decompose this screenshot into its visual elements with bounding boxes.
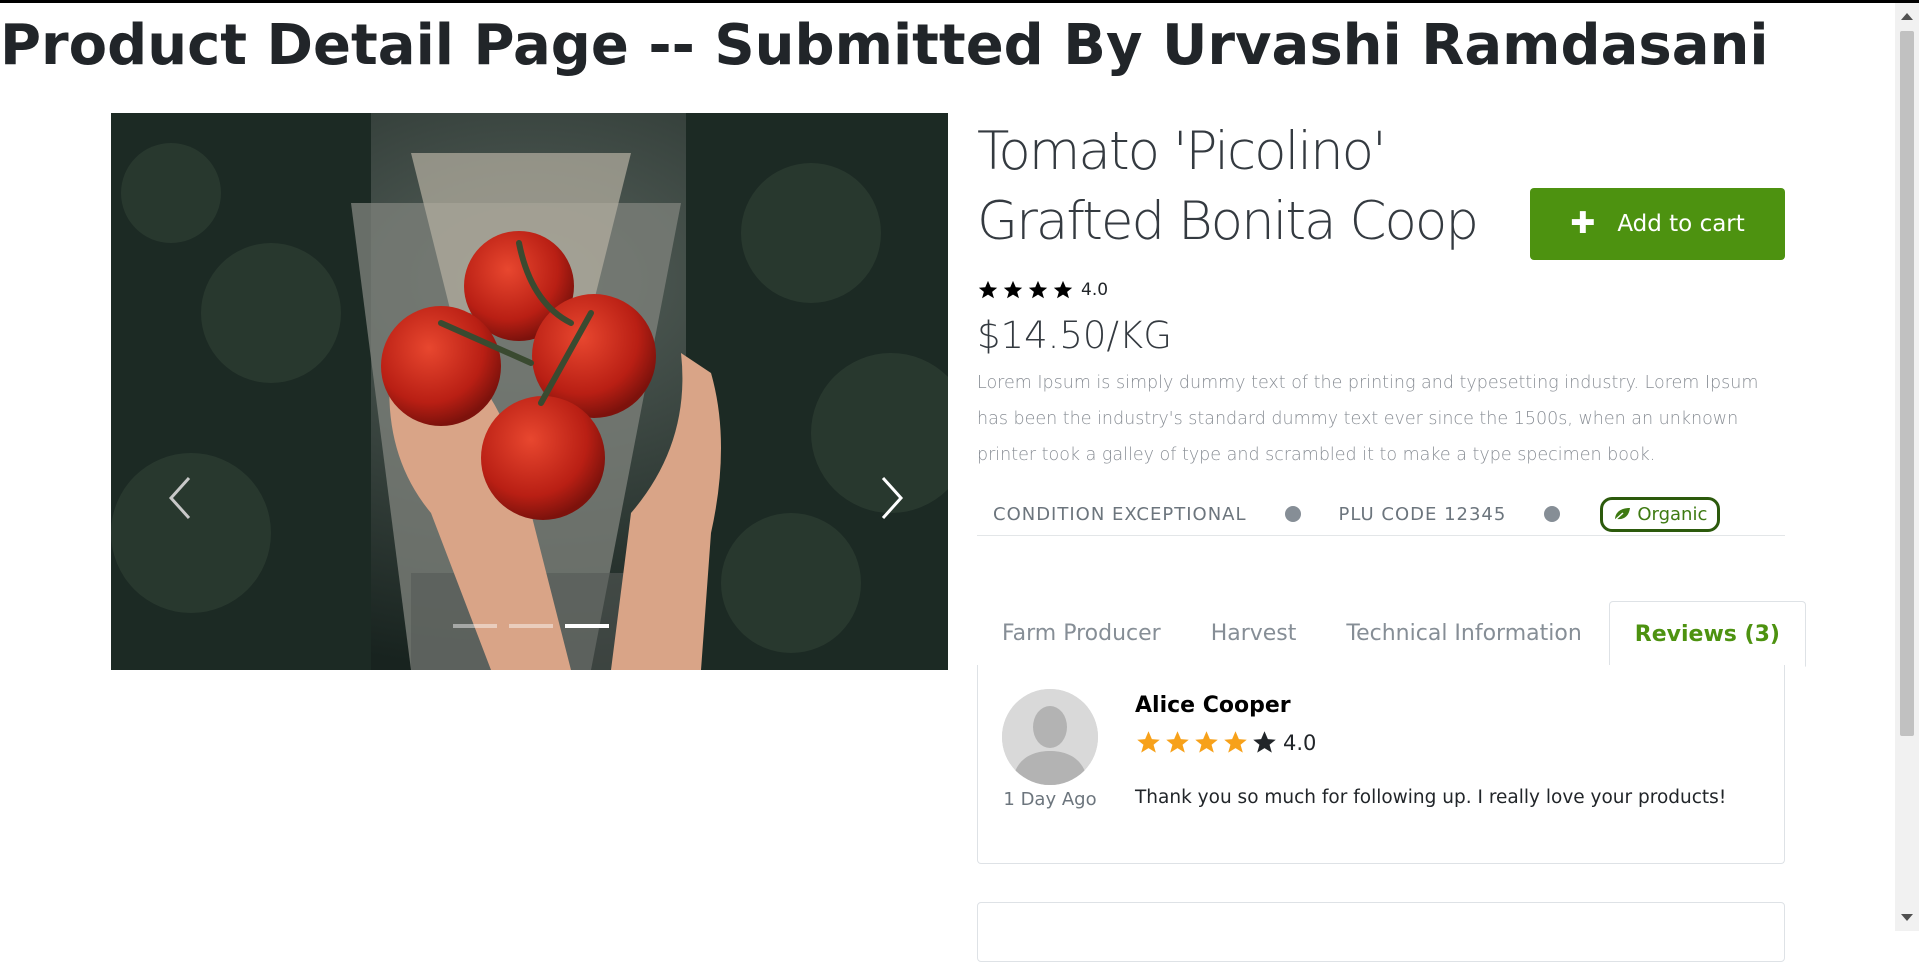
review-card: 1 Day Ago Alice Cooper 4.0 Thank you so … [977,665,1785,864]
organic-badge: Organic [1600,496,1721,532]
reviewer-name: Alice Cooper [1135,693,1291,718]
tab-reviews[interactable]: Reviews (3) [1608,601,1806,667]
leaf-icon [1613,508,1631,522]
chevron-right-icon [881,476,904,520]
tab-harvest[interactable]: Harvest [1186,601,1322,665]
carousel-indicator-active[interactable] [565,624,609,628]
review-text: Thank you so much for following up. I re… [1135,787,1727,808]
carousel-next-button[interactable] [871,468,911,528]
organic-badge-label: Organic [1637,503,1708,525]
tab-technical-information[interactable]: Technical Information [1321,601,1606,665]
product-rating: 4.0 [977,279,1108,301]
star-icon [1253,731,1276,753]
star-icon [1053,280,1073,299]
star-icon [1224,731,1247,753]
product-image-carousel[interactable] [111,113,948,670]
review-rating-value: 4.0 [1283,730,1317,755]
scroll-up-icon[interactable] [1901,13,1913,20]
separator-dot [1544,506,1561,522]
product-price: $14.50/KG [977,314,1172,357]
star-icon [1166,731,1189,753]
star-icon [1028,280,1048,299]
rating-value: 4.0 [1081,280,1109,300]
carousel-prev-button[interactable] [161,468,201,528]
carousel-indicator[interactable] [453,624,497,628]
star-icon [1003,280,1023,299]
review-time: 1 Day Ago [1003,789,1097,810]
tab-farm-producer[interactable]: Farm Producer [977,601,1186,665]
product-meta: CONDITION EXCEPTIONAL PLU CODE 12345 Org… [977,493,1785,536]
plus-icon: ✚ [1570,206,1596,241]
plu-code-label: PLU CODE 12345 [1338,503,1507,525]
separator-dot [1284,506,1301,522]
scroll-thumb[interactable] [1900,31,1914,736]
add-to-cart-label: Add to cart [1617,211,1745,237]
product-name: Tomato 'Picolino' Grafted Bonita Coop [977,121,1479,252]
carousel-indicators [453,624,609,628]
star-icon [1195,731,1218,753]
product-tabs: Farm Producer Harvest Technical Informat… [977,601,1806,667]
scroll-down-icon[interactable] [1901,914,1913,921]
carousel-indicator[interactable] [509,624,553,628]
review-card [977,902,1785,962]
user-silhouette-icon [1002,689,1098,785]
product-description: Lorem Ipsum is simply dummy text of the … [977,373,1759,465]
page-title: Product Detail Page -- Submitted By Urva… [0,13,1769,78]
add-to-cart-button[interactable]: ✚ Add to cart [1530,188,1785,260]
review-rating: 4.0 [1135,729,1316,756]
product-photo [111,113,948,670]
star-icon [978,280,998,299]
star-icon [1137,731,1160,753]
condition-label: CONDITION EXCEPTIONAL [993,503,1247,525]
avatar [1002,689,1098,785]
chevron-left-icon [168,476,191,520]
page-scrollbar[interactable] [1895,3,1919,931]
